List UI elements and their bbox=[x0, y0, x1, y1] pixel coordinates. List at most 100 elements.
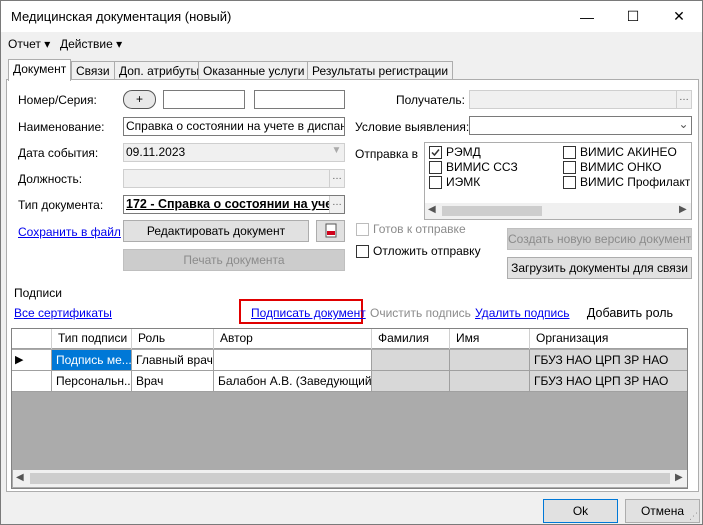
print-document-button[interactable]: Печать документа bbox=[123, 249, 345, 271]
scroll-left-icon[interactable]: ◀ bbox=[16, 472, 24, 483]
checkbox-iemk[interactable] bbox=[429, 176, 442, 189]
save-to-file-link[interactable]: Сохранить в файл bbox=[18, 225, 121, 239]
recipient-lookup-icon[interactable]: … bbox=[676, 91, 691, 108]
title-bar: Медицинская документация (новый) — ☐ ✕ bbox=[1, 1, 702, 32]
doctype-label: Тип документа: bbox=[18, 198, 104, 212]
resize-grip-icon[interactable]: ⋰ bbox=[689, 511, 698, 522]
column-header[interactable]: Автор bbox=[214, 329, 372, 349]
checkbox-remd[interactable] bbox=[429, 146, 442, 159]
scroll-right-icon[interactable]: ▶ bbox=[679, 204, 687, 215]
tab-document[interactable]: Документ bbox=[8, 59, 72, 81]
table-row[interactable]: Персональн... Врач Балабон А.В. (Заведую… bbox=[12, 371, 687, 392]
send-target-label: ВИМИС ССЗ bbox=[446, 160, 518, 174]
cell-organization[interactable]: ГБУЗ НАО ЦРП ЗР НАО bbox=[530, 371, 687, 392]
ready-to-send-label: Готов к отправке bbox=[373, 222, 466, 236]
column-header[interactable]: Имя bbox=[450, 329, 530, 349]
cell-author[interactable] bbox=[214, 350, 372, 371]
signatures-section-label: Подписи bbox=[14, 286, 62, 300]
position-label: Должность: bbox=[18, 172, 83, 186]
row-selector[interactable]: ▶ bbox=[12, 350, 52, 371]
tab-links[interactable]: Связи bbox=[71, 61, 115, 81]
date-input[interactable]: 09.11.2023 ▼ bbox=[123, 143, 345, 162]
checkbox-vimis-ssz[interactable] bbox=[429, 161, 442, 174]
send-target-label: РЭМД bbox=[446, 145, 481, 159]
scroll-thumb[interactable] bbox=[442, 206, 542, 216]
edit-document-button[interactable]: Редактировать документ bbox=[123, 220, 309, 242]
dropdown-arrow-icon[interactable]: ▼ bbox=[329, 144, 344, 161]
load-linked-docs-button[interactable]: Загрузить документы для связи bbox=[507, 257, 692, 279]
checkbox-vimis-onko[interactable] bbox=[563, 161, 576, 174]
detection-select[interactable]: ⌄ bbox=[469, 116, 692, 135]
column-header[interactable]: Тип подписи bbox=[52, 329, 132, 349]
cell-name[interactable] bbox=[450, 371, 530, 392]
cell-role[interactable]: Главный врач bbox=[132, 350, 214, 371]
detection-label: Условие выявления: bbox=[355, 120, 470, 134]
number-label: Номер/Серия: bbox=[18, 93, 97, 107]
table-horizontal-scrollbar[interactable]: ◀ ▶ bbox=[13, 470, 687, 487]
menu-action[interactable]: Действие ▾ bbox=[60, 37, 122, 51]
sign-document-link[interactable]: Подписать документ bbox=[251, 306, 366, 320]
delete-signature-link[interactable]: Удалить подпись bbox=[475, 306, 570, 320]
tab-registration-results[interactable]: Результаты регистрации bbox=[307, 61, 454, 81]
ok-button[interactable]: Ok bbox=[543, 499, 618, 523]
checkbox-vimis-prof[interactable] bbox=[563, 176, 576, 189]
signatures-table: Тип подписи Роль Автор Фамилия Имя Орган… bbox=[11, 328, 688, 489]
column-header[interactable]: Роль bbox=[132, 329, 214, 349]
clear-signature-link[interactable]: Очистить подпись bbox=[370, 306, 471, 320]
send-targets-list: РЭМД ВИМИС АКИНЕО ВИМИС ССЗ ВИМИС ОНКО И… bbox=[424, 142, 692, 220]
table-row[interactable]: ▶ Подпись ме... Главный врач ГБУЗ НАО ЦР… bbox=[12, 350, 687, 371]
add-number-button[interactable]: + bbox=[123, 90, 156, 109]
scroll-left-icon[interactable]: ◀ bbox=[428, 204, 436, 215]
cell-role[interactable]: Врач bbox=[132, 371, 214, 392]
name-input[interactable]: Справка о состоянии на учете в диспансер bbox=[123, 117, 345, 136]
send-target-label: ВИМИС Профилактик bbox=[580, 175, 690, 189]
cell-surname[interactable] bbox=[372, 371, 450, 392]
checkbox-vimis-akineo[interactable] bbox=[563, 146, 576, 159]
document-window: Медицинская документация (новый) — ☐ ✕ О… bbox=[0, 0, 703, 525]
menu-bar: Отчет ▾ Действие ▾ bbox=[1, 32, 702, 56]
cell-name[interactable] bbox=[450, 350, 530, 371]
cell-sign-type[interactable]: Персональн... bbox=[52, 371, 132, 392]
current-row-icon: ▶ bbox=[15, 354, 24, 366]
all-certificates-link[interactable]: Все сертификаты bbox=[14, 306, 112, 320]
create-new-version-button[interactable]: Создать новую версию документ bbox=[507, 228, 692, 250]
series-input[interactable] bbox=[254, 90, 345, 109]
minimize-icon[interactable]: — bbox=[564, 1, 610, 32]
scroll-thumb[interactable] bbox=[30, 473, 670, 484]
close-icon[interactable]: ✕ bbox=[656, 1, 702, 32]
chevron-down-icon[interactable]: ⌄ bbox=[676, 117, 691, 134]
cell-author[interactable]: Балабон А.В. (Заведующий -... bbox=[214, 371, 372, 392]
position-lookup-icon[interactable]: … bbox=[329, 170, 344, 187]
number-input[interactable] bbox=[163, 90, 245, 109]
tab-extra-attributes[interactable]: Доп. атрибуты bbox=[114, 61, 205, 81]
window-title: Медицинская документация (новый) bbox=[11, 9, 232, 24]
column-header[interactable]: Фамилия bbox=[372, 329, 450, 349]
scroll-right-icon[interactable]: ▶ bbox=[675, 472, 683, 483]
date-label: Дата события: bbox=[18, 146, 99, 160]
doctype-input[interactable]: 172 - Справка о состоянии на учет … bbox=[123, 195, 345, 214]
cell-surname[interactable] bbox=[372, 350, 450, 371]
maximize-icon[interactable]: ☐ bbox=[610, 1, 656, 32]
table-header: Тип подписи Роль Автор Фамилия Имя Орган… bbox=[12, 329, 687, 349]
doctype-value: 172 - Справка о состоянии на учет bbox=[126, 197, 339, 211]
cell-organization[interactable]: ГБУЗ НАО ЦРП ЗР НАО bbox=[530, 350, 687, 371]
doctype-lookup-icon[interactable]: … bbox=[329, 196, 344, 213]
pdf-icon[interactable] bbox=[316, 220, 345, 242]
row-selector[interactable] bbox=[12, 371, 52, 392]
send-target-label: ИЭМК bbox=[446, 175, 481, 189]
send-targets-scrollbar[interactable]: ◀ ▶ bbox=[425, 203, 691, 219]
date-value: 09.11.2023 bbox=[126, 145, 186, 159]
recipient-input[interactable]: … bbox=[469, 90, 692, 109]
column-header[interactable]: Организация bbox=[530, 329, 687, 349]
checkbox-postpone-send[interactable] bbox=[356, 245, 369, 258]
send-target-label: ВИМИС АКИНЕО bbox=[580, 145, 677, 159]
cell-sign-type[interactable]: Подпись ме... bbox=[52, 350, 132, 371]
row-header-column bbox=[12, 329, 52, 349]
menu-report[interactable]: Отчет ▾ bbox=[8, 37, 50, 51]
checkbox-ready-to-send[interactable] bbox=[356, 223, 369, 236]
recipient-label: Получатель: bbox=[396, 93, 465, 107]
send-to-label: Отправка в bbox=[355, 147, 418, 161]
position-input[interactable]: … bbox=[123, 169, 345, 188]
tab-services[interactable]: Оказанные услуги bbox=[198, 61, 310, 81]
add-role-button[interactable]: Добавить роль bbox=[572, 302, 688, 324]
